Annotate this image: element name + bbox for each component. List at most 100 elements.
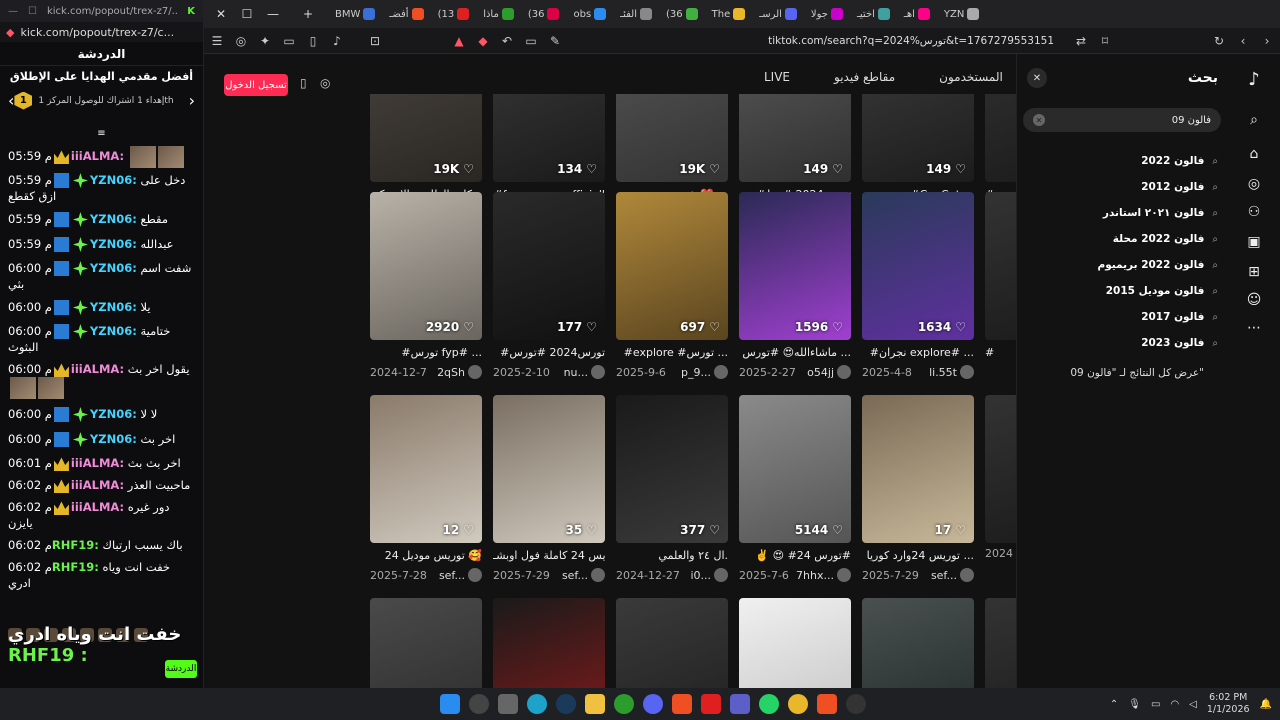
- teams-icon[interactable]: [730, 694, 750, 714]
- video-caption[interactable]: ماشاءالله😍 #تورس ...: [739, 346, 851, 361]
- video-author[interactable]: 2qSh: [437, 365, 482, 379]
- more-icon[interactable]: ⋯: [1244, 318, 1264, 338]
- video-thumbnail[interactable]: 35 ♡: [493, 395, 605, 543]
- search-suggestion[interactable]: فالون موديل 2015 ⌕: [1028, 278, 1218, 304]
- extensions-icon[interactable]: ✦: [258, 34, 272, 48]
- close-search-button[interactable]: ✕: [1027, 68, 1047, 88]
- video-card[interactable]: 5144 ♡ ✌️ 😍 #تورس 24# 2025-7-6 7hhx...: [739, 395, 851, 582]
- browser-tab[interactable]: YZN: [941, 8, 982, 20]
- video-card[interactable]: [739, 598, 851, 688]
- brave-shield-icon[interactable]: ◆: [476, 34, 490, 48]
- following-icon[interactable]: ⚇: [1244, 202, 1264, 222]
- brave-active-icon[interactable]: [817, 694, 837, 714]
- folder-icon[interactable]: [585, 694, 605, 714]
- new-tab-icon[interactable]: +: [288, 7, 328, 21]
- start-icon[interactable]: [440, 694, 460, 714]
- steam-icon[interactable]: [556, 694, 576, 714]
- browser-tab[interactable]: اختيـ: [854, 8, 893, 20]
- video-card-partial[interactable]: [985, 598, 1016, 688]
- video-thumbnail[interactable]: [493, 598, 605, 688]
- video-card[interactable]: 17 ♡ توريس 24وارد كوريا ... 2025-7-29 sef...: [862, 395, 974, 582]
- video-thumbnail[interactable]: [985, 395, 1016, 543]
- live-icon[interactable]: ▣: [1244, 232, 1264, 252]
- chat-username[interactable]: iiiALMA:: [71, 478, 124, 492]
- chat-username[interactable]: YZN06:: [90, 300, 137, 314]
- video-thumbnail[interactable]: 149 ♡: [862, 94, 974, 182]
- profile-icon[interactable]: ☺: [1244, 290, 1264, 310]
- chat-username[interactable]: iiiALMA:: [71, 149, 124, 163]
- chat-username[interactable]: YZN06:: [90, 261, 137, 275]
- video-thumbnail[interactable]: [739, 598, 851, 688]
- compass-small-icon[interactable]: ◎: [320, 76, 330, 90]
- chat-username[interactable]: iiiALMA:: [71, 362, 124, 376]
- video-card[interactable]: 12 ♡ توريس موديل 24 🥰 2025-7-28 sef...: [370, 395, 482, 582]
- phone-icon[interactable]: ▯: [300, 76, 307, 90]
- screenshot-icon[interactable]: ⊡: [368, 34, 382, 48]
- clear-icon[interactable]: ✕: [1033, 114, 1045, 126]
- maximize-icon[interactable]: ☐: [236, 7, 258, 21]
- search-suggestion[interactable]: فالون 2022 محلة ⌕: [1028, 226, 1218, 252]
- video-thumbnail[interactable]: 17 ♡: [862, 395, 974, 543]
- wifi-icon[interactable]: ◠: [1170, 699, 1179, 710]
- chevron-left-icon[interactable]: ‹: [8, 91, 14, 110]
- search-suggestion[interactable]: فالون 2012 ⌕: [1028, 174, 1218, 200]
- volume-icon[interactable]: ◁: [1189, 699, 1197, 710]
- close-window-icon[interactable]: ✕: [210, 7, 232, 21]
- notifications-icon[interactable]: 🔔: [1260, 699, 1272, 710]
- chat-username[interactable]: YZN06:: [90, 407, 137, 421]
- see-all-results-link[interactable]: عرض كل النتائج لـ "فالون 09": [1028, 360, 1218, 386]
- minimize-icon[interactable]: —: [8, 6, 18, 17]
- pen-icon[interactable]: ✎: [548, 34, 562, 48]
- search-suggestion[interactable]: فالون ٢٠٢١ استاندر ⌕: [1028, 200, 1218, 226]
- video-thumbnail[interactable]: 1596 ♡: [739, 192, 851, 340]
- video-card[interactable]: 2920 ♡ #تورس fyp# ... 2024-12-7 2qSh: [370, 192, 482, 379]
- chat-username[interactable]: YZN06:: [90, 212, 137, 226]
- filter-icon[interactable]: ≡: [0, 128, 203, 142]
- shield-icon[interactable]: ◎: [234, 34, 248, 48]
- video-author[interactable]: sef...: [931, 568, 974, 582]
- xbox-icon[interactable]: [614, 694, 634, 714]
- login-button[interactable]: تسجيل الدخول: [224, 74, 288, 96]
- browser-tab[interactable]: ماذا: [480, 8, 517, 20]
- video-thumbnail[interactable]: [862, 598, 974, 688]
- browser-tab[interactable]: The: [709, 8, 749, 20]
- video-caption[interactable]: #تورس fyp# ...: [370, 346, 482, 361]
- browser-tab[interactable]: الرسـ: [756, 8, 800, 20]
- obs-icon[interactable]: [846, 694, 866, 714]
- translate-icon[interactable]: ⇄: [1074, 34, 1088, 48]
- discord-icon[interactable]: [643, 694, 663, 714]
- mic-icon[interactable]: 🎙: [1128, 699, 1141, 710]
- minimize-icon[interactable]: —: [262, 7, 284, 21]
- cast-icon[interactable]: ▭: [524, 34, 538, 48]
- video-card[interactable]: 35♡ توريس 24 كاملة فول اوبشـ... 2025-7-29 s…: [493, 395, 605, 582]
- chat-username[interactable]: RHF19:: [52, 538, 99, 552]
- sidebar-icon[interactable]: ☰: [210, 34, 224, 48]
- search-icon[interactable]: ⌕: [1244, 110, 1264, 130]
- video-caption[interactable]: توريس 24 كاملة فول اوبشـ...: [493, 549, 605, 564]
- video-card[interactable]: 1596 ♡ ماشاءالله😍 #تورس ... 2025-2-27 o54jj: [739, 192, 851, 379]
- chat-username[interactable]: YZN06:: [90, 432, 137, 446]
- video-caption[interactable]: #explore #تورس ...: [616, 346, 728, 361]
- video-author[interactable]: sef...: [562, 568, 605, 582]
- result-tab[interactable]: LIVE: [764, 70, 790, 84]
- bookmark-icon[interactable]: ⌑: [1098, 34, 1112, 48]
- video-caption[interactable]: #نجران explore# ...: [862, 346, 974, 361]
- video-thumbnail[interactable]: 5144 ♡: [739, 395, 851, 543]
- video-author[interactable]: i0...: [690, 568, 728, 582]
- video-card-partial[interactable]: #: [985, 192, 1016, 361]
- video-caption[interactable]: ✌️ 😍 #تورس 24#: [739, 549, 851, 564]
- video-author[interactable]: 7hhx...: [796, 568, 851, 582]
- video-thumbnail[interactable]: 134 ♡: [493, 94, 605, 182]
- explore-icon[interactable]: ◎: [1244, 174, 1264, 194]
- video-thumbnail[interactable]: 19K ♡: [616, 94, 728, 182]
- brave-icon[interactable]: [672, 694, 692, 714]
- chat-username[interactable]: iiiALMA:: [71, 456, 124, 470]
- video-caption[interactable]: #: [985, 346, 1016, 361]
- video-author[interactable]: o54jj: [807, 365, 851, 379]
- video-author[interactable]: p_9...: [681, 365, 728, 379]
- whatsapp-icon[interactable]: [759, 694, 779, 714]
- chat-username[interactable]: RHF19:: [52, 560, 99, 574]
- undo-icon[interactable]: ↶: [500, 34, 514, 48]
- search-suggestion[interactable]: فالون 2022 بريميوم ⌕: [1028, 252, 1219, 278]
- search-icon[interactable]: [469, 694, 489, 714]
